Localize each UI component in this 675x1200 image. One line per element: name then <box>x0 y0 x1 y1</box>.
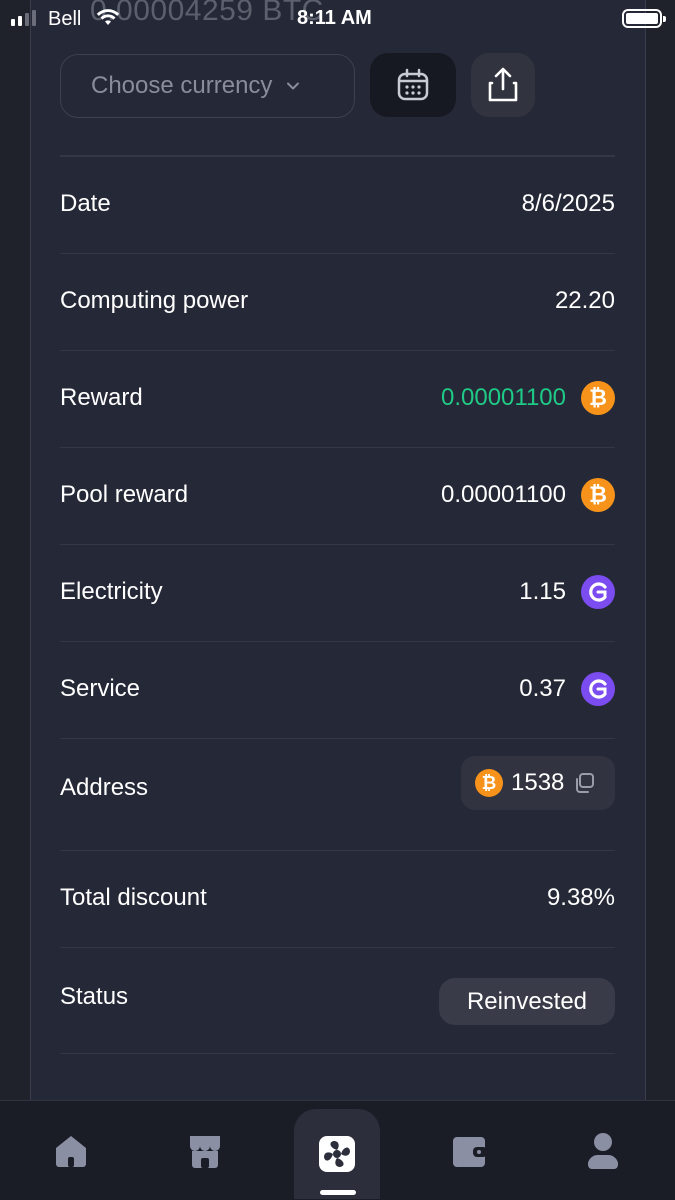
copy-icon[interactable] <box>572 771 596 795</box>
pool-reward-value: 0.00001100 ₿ <box>441 478 615 512</box>
computing-power-value: 22.20 <box>554 287 615 314</box>
row-computing-power: Computing power 22.20 <box>60 254 615 351</box>
electricity-amount: 1.15 <box>519 578 566 605</box>
btc-icon: ₿ <box>475 769 503 797</box>
row-address: Address ₿ 1538 <box>60 739 615 851</box>
share-icon <box>488 67 518 102</box>
home-icon <box>56 1136 86 1167</box>
gmt-token-icon <box>581 575 615 609</box>
service-label: Service <box>60 675 141 702</box>
pool-reward-label: Pool reward <box>60 481 189 508</box>
row-reward: Reward 0.00001100 ₿ <box>60 351 615 448</box>
reward-amount: 0.00001100 <box>440 384 566 411</box>
calendar-button[interactable] <box>370 53 456 117</box>
address-value: 1538 <box>511 769 565 796</box>
date-value: 8/6/2025 <box>521 190 615 217</box>
reward-label: Reward <box>60 384 143 411</box>
currency-select[interactable]: Choose currency <box>60 54 355 118</box>
service-value: 0.37 <box>519 672 615 706</box>
row-pool-reward: Pool reward 0.00001100 ₿ <box>60 448 615 545</box>
page: 0.00004259 BTC Bell 8:11 AM Choose curre… <box>0 0 675 1200</box>
gmt-token-icon <box>581 672 615 706</box>
electricity-label: Electricity <box>60 578 163 605</box>
wifi-icon <box>96 9 120 25</box>
address-label: Address <box>60 774 149 801</box>
row-electricity: Electricity 1.15 <box>60 545 615 642</box>
wallet-icon <box>453 1137 487 1167</box>
row-total-discount: Total discount 9.38% <box>60 851 615 948</box>
status-bar: 0.00004259 BTC Bell 8:11 AM <box>0 0 675 36</box>
chevron-down-icon <box>287 82 300 90</box>
pool-reward-amount: 0.00001100 <box>440 481 566 508</box>
share-button[interactable] <box>471 53 535 117</box>
total-discount-label: Total discount <box>60 884 207 911</box>
clock: 8:11 AM <box>297 7 372 29</box>
nav-store[interactable] <box>162 1101 248 1200</box>
carrier-name: Bell <box>48 8 82 30</box>
calendar-icon <box>397 68 429 101</box>
currency-select-placeholder: Choose currency <box>91 72 273 99</box>
nav-wallet[interactable] <box>426 1101 512 1200</box>
btc-icon: ₿ <box>581 381 615 415</box>
signal-icon <box>11 10 36 26</box>
total-discount-value: 9.38% <box>546 884 615 911</box>
reward-value: 0.00001100 ₿ <box>441 381 615 415</box>
bottom-nav <box>0 1100 675 1200</box>
store-icon <box>190 1136 220 1168</box>
active-tab-indicator <box>320 1190 356 1195</box>
nav-home[interactable] <box>28 1101 114 1200</box>
electricity-value: 1.15 <box>519 575 615 609</box>
battery-icon <box>622 9 666 28</box>
row-status: Status Reinvested <box>60 948 615 1054</box>
date-label: Date <box>60 190 111 217</box>
btc-icon: ₿ <box>581 478 615 512</box>
service-amount: 0.37 <box>519 675 566 702</box>
status-badge: Reinvested <box>439 978 615 1025</box>
address-chip[interactable]: ₿ 1538 <box>461 756 615 810</box>
nav-profile[interactable] <box>560 1101 646 1200</box>
computing-power-label: Computing power <box>60 287 249 314</box>
row-date: Date 8/6/2025 <box>60 157 615 254</box>
miner-fan-icon <box>319 1136 355 1172</box>
nav-miner[interactable] <box>294 1109 380 1199</box>
status-label: Status <box>60 983 129 1010</box>
scrolled-balance-text: 0.00004259 BTC <box>90 0 324 27</box>
row-service: Service 0.37 <box>60 642 615 739</box>
profile-icon <box>588 1133 618 1169</box>
